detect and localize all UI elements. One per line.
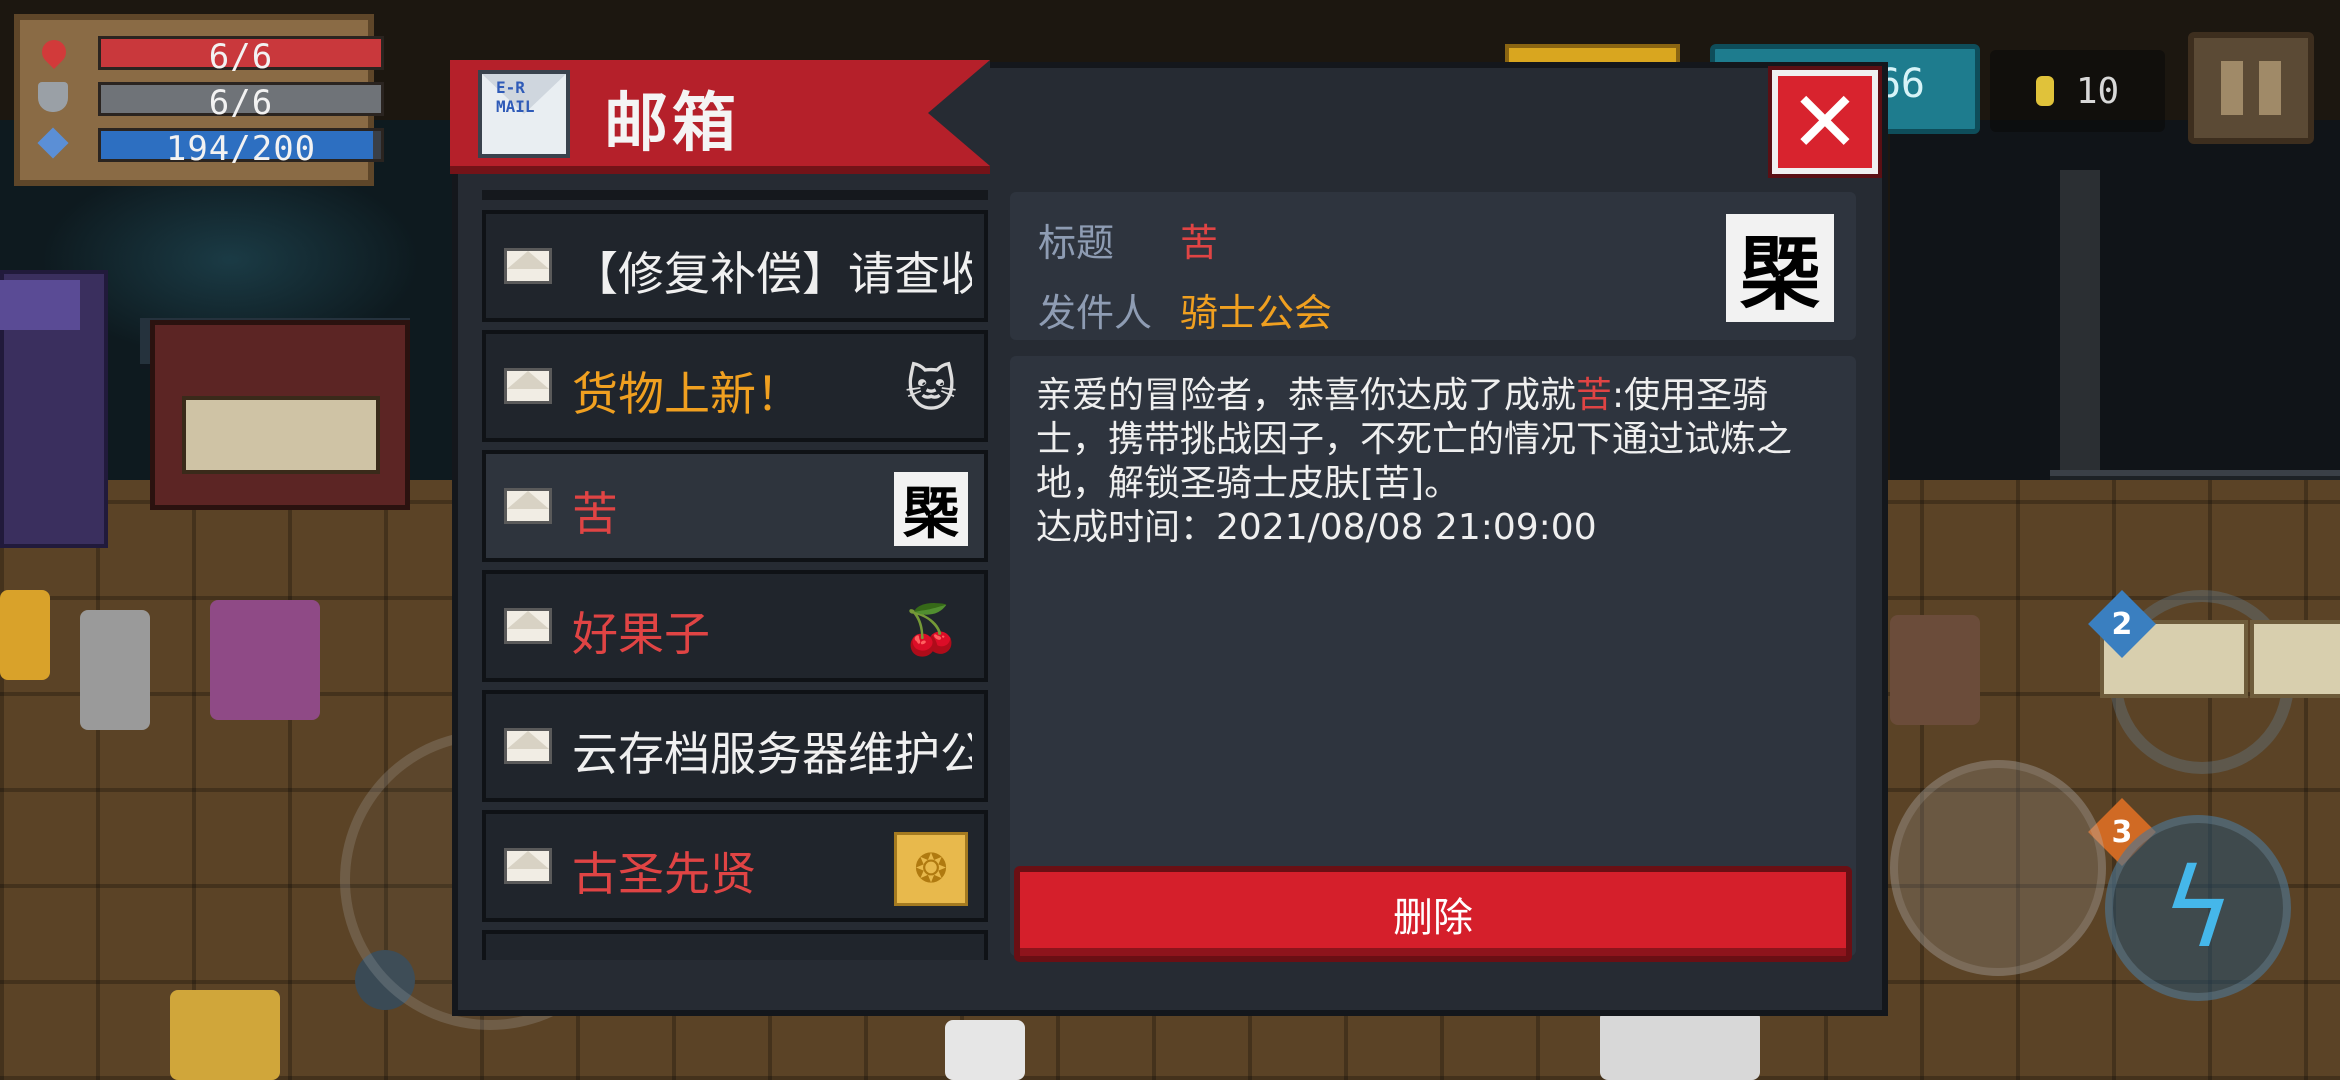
achievement-icon: 㮣 [1726,214,1834,322]
delete-button[interactable]: 删除 [1014,866,1852,962]
mail-list[interactable]: 【修复补偿】请查收 货物上新！ 🐱 苦 㮣 好果子 🍒 云存档服务器维护公告 古… [482,190,988,960]
cherry-icon: 🍒 [901,601,961,658]
mail-body: 亲爱的冒险者，恭喜你达成了成就苦:使用圣骑士，携带挑战因子，不死亡的情况下通过试… [1036,374,1836,550]
coin-count: 10 [2075,70,2120,112]
title-label: 标题 [1038,221,1115,265]
player-stats-panel: 6/6 6/6 194/200 [14,14,384,186]
achieve-time: 达成时间：2021/08/08 21:09:00 [1036,507,1597,548]
armor-row: 6/6 [32,78,384,123]
mail-item[interactable]: 货物上新！ 🐱 [482,330,988,442]
vending-screen [0,280,80,330]
energy-row: 194/200 [32,124,384,169]
envelope-icon [504,368,552,404]
npc-statue [80,610,150,730]
mail-item-label: 古圣先贤 [572,847,756,901]
mail-item-label: 苦 [572,487,618,541]
pause-button[interactable] [2188,32,2314,144]
coin-counter: 10 [1990,50,2165,132]
gold-seal-icon: ❂ [894,832,968,906]
body-text: 亲爱的冒险者，恭喜你达成了成就 [1036,375,1577,416]
npc-character [0,590,50,680]
npc-character [945,1020,1025,1080]
cat-icon: 🐱 [904,360,958,418]
pillar [2060,170,2100,490]
weapon-slot-secondary[interactable] [2250,620,2340,698]
mailbox-title: 邮箱 [604,87,740,161]
shop-sign [182,396,380,474]
hp-text: 6/6 [208,37,274,77]
hp-row: 6/6 [32,32,384,77]
hp-bar: 6/6 [98,36,384,77]
mail-item[interactable]: 【修复补偿】请查收 [482,210,988,322]
mail-item[interactable]: 好果子 🍒 [482,570,988,682]
mail-item-label: 【修复补偿】请查收 [572,247,972,301]
shield-icon [38,82,68,112]
ku-seal-icon: 㮣 [894,472,968,547]
close-button[interactable]: ✕ [1768,66,1882,178]
mail-item-label: 货物上新！ [572,367,802,421]
npc-character [210,600,320,720]
energy-icon [37,127,69,159]
armor-text: 6/6 [208,83,274,123]
mail-item-selected[interactable]: 苦 㮣 [482,450,988,562]
pause-icon [2221,61,2243,115]
title-value: 苦 [1180,221,1219,265]
mail-item[interactable]: 古圣先贤 ❂ [482,810,988,922]
heart-icon [37,35,71,69]
envelope-icon [504,848,552,884]
body-highlight: 苦 [1576,375,1613,416]
mail-item-label: 云存档服务器维护公告 [572,727,972,781]
lightning-icon: ϟ [2161,844,2235,972]
sender-label: 发件人 [1038,291,1153,335]
coin-icon [2035,76,2054,106]
npc-character [1890,615,1980,725]
mail-item-label: 好果子 [572,607,710,661]
envelope-icon [504,728,552,764]
energy-bar: 194/200 [98,128,384,169]
envelope-icon [504,488,552,524]
mail-icon: E-R MAIL [478,70,570,158]
delete-label: 删除 [1393,895,1473,941]
energy-text: 194/200 [165,129,317,169]
skill-bolt-button[interactable]: ϟ [2105,815,2291,1001]
npc-character [1600,1010,1760,1080]
player-character [170,990,280,1080]
attack-button[interactable] [1890,760,2106,976]
envelope-icon [504,248,552,284]
mail-item[interactable]: 云存档服务器维护公告 [482,690,988,802]
armor-bar: 6/6 [98,82,384,123]
close-icon: ✕ [1789,73,1861,171]
mail-icon-text: E-R MAIL [496,78,535,116]
envelope-icon [504,608,552,644]
sender-value: 骑士公会 [1180,291,1333,335]
mail-item-partial[interactable] [482,930,988,960]
